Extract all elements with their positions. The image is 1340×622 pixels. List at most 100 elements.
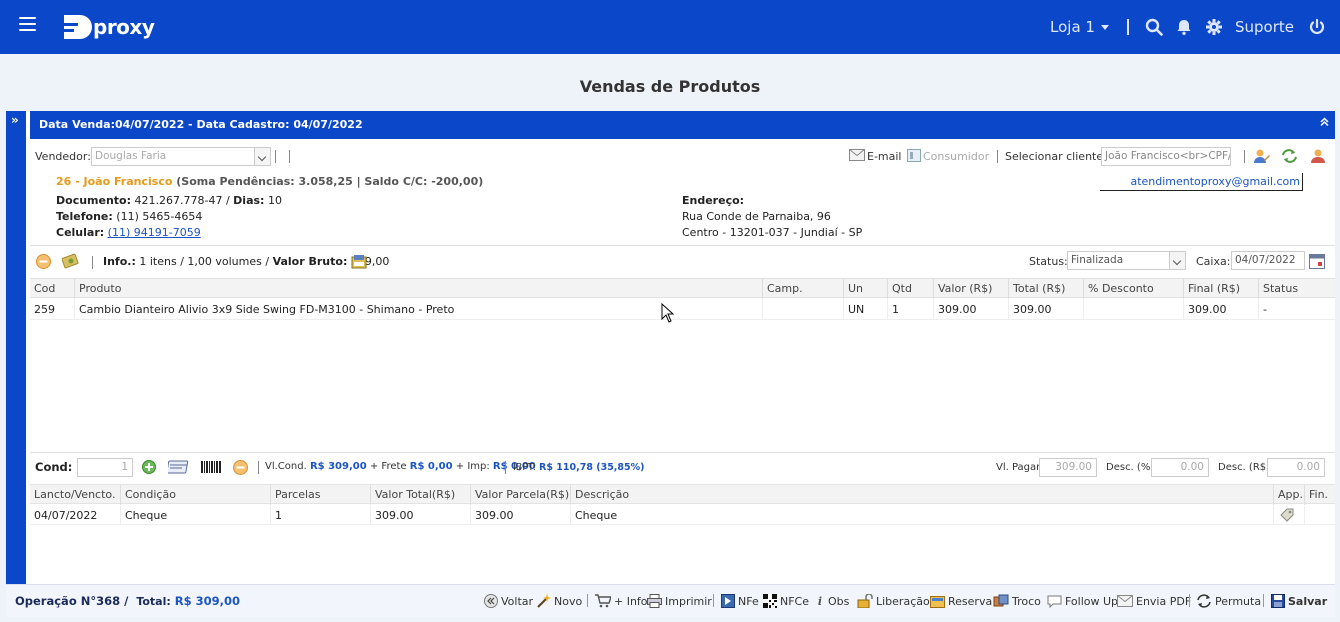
col-camp[interactable]: Camp. xyxy=(762,279,843,299)
consumer-icon[interactable] xyxy=(907,149,921,162)
col-final[interactable]: Final (R$) xyxy=(1183,279,1258,299)
menu-icon[interactable] xyxy=(19,17,36,31)
cell-desconto xyxy=(1083,300,1088,319)
envia-pdf-button[interactable]: Envia PDF xyxy=(1117,593,1191,609)
power-icon[interactable] xyxy=(1308,18,1326,36)
divider xyxy=(30,245,1335,246)
salvar-button[interactable]: Salvar xyxy=(1271,593,1327,609)
expand-sidebar-icon[interactable]: » xyxy=(11,113,19,127)
col-desconto[interactable]: % Desconto xyxy=(1083,279,1183,299)
support-link[interactable]: Suporte xyxy=(1235,18,1294,36)
remove-condition-icon[interactable] xyxy=(233,460,248,475)
col-descricao[interactable]: Descrição xyxy=(570,485,1273,505)
client-name[interactable]: 26 - João Francisco xyxy=(56,175,172,188)
col-produto[interactable]: Produto xyxy=(74,279,762,299)
card-icon[interactable] xyxy=(168,460,189,474)
caixa-label: Caixa: xyxy=(1196,255,1231,268)
col-fin[interactable]: Fin. xyxy=(1304,485,1335,505)
novo-button[interactable]: Novo xyxy=(537,593,582,609)
permuta-button[interactable]: Permuta xyxy=(1196,593,1261,609)
client-search-input[interactable]: João Francisco<br>CPF/( xyxy=(1101,147,1231,166)
obs-button[interactable]: i Obs xyxy=(815,593,849,609)
more-info-button[interactable]: + Info xyxy=(595,593,648,609)
desc-pct-label: Desc. (%): xyxy=(1106,462,1158,473)
vlpagar-label: Vl. Pagar: xyxy=(996,462,1044,473)
table-row[interactable]: 259 Cambio Dianteiro Alivio 3x9 Side Swi… xyxy=(30,300,1335,320)
col-valor-parcela[interactable]: Valor Parcela(R$) xyxy=(470,485,570,505)
store-label: Loja 1 xyxy=(1050,18,1095,36)
gear-icon[interactable] xyxy=(1205,18,1223,36)
liberacao-button[interactable]: Liberação xyxy=(857,593,930,609)
barcode-icon[interactable] xyxy=(201,461,221,473)
operation-summary: Operação N°368 / Total: R$ 309,00 xyxy=(15,594,240,608)
troco-button[interactable]: Troco xyxy=(993,593,1041,609)
tag-icon[interactable] xyxy=(1280,508,1295,523)
printer-icon xyxy=(647,594,662,608)
consumer-button-label[interactable]: Consumidor xyxy=(923,150,989,163)
imprimir-button[interactable]: Imprimir xyxy=(647,593,712,609)
nfce-button[interactable]: NFCe xyxy=(763,593,809,609)
seller-select[interactable]: Douglas Faria xyxy=(91,147,271,166)
col-status[interactable]: Status xyxy=(1258,279,1333,299)
page-title: Vendas de Produtos xyxy=(579,77,761,96)
email-icon[interactable] xyxy=(849,149,865,161)
celular-link[interactable]: (11) 94191-7059 xyxy=(108,226,201,239)
search-icon[interactable] xyxy=(1145,18,1163,36)
calculator-icon[interactable] xyxy=(351,254,367,269)
discount-icon[interactable] xyxy=(62,253,80,269)
followup-button[interactable]: Follow Up xyxy=(1047,593,1118,609)
vlcond-label: Vl.Cond. xyxy=(265,461,307,472)
vlpagar-input[interactable]: 309.00 xyxy=(1039,458,1097,477)
cell-condicao: Cheque xyxy=(120,506,167,525)
cond-totals: Vl.Cond. R$ 309,00 + Frete R$ 0,00 + Imp… xyxy=(265,461,536,472)
divider xyxy=(258,461,259,474)
col-total[interactable]: Total (R$) xyxy=(1008,279,1083,299)
client-email[interactable]: atendimentoproxy@gmail.com xyxy=(1100,173,1303,191)
cell-produto: Cambio Dianteiro Alivio 3x9 Side Swing F… xyxy=(74,300,454,319)
email-button-label[interactable]: E-mail xyxy=(867,150,902,163)
col-parcelas[interactable]: Parcelas xyxy=(270,485,370,505)
logo-mark-icon xyxy=(64,15,92,39)
col-valor-total[interactable]: Valor Total(R$) xyxy=(370,485,470,505)
col-valor[interactable]: Valor (R$) xyxy=(933,279,1008,299)
bell-icon[interactable] xyxy=(1175,18,1193,36)
total-value: R$ 309,00 xyxy=(174,594,241,608)
client-balance: (Soma Pendências: 3.058,25 | Saldo C/C: … xyxy=(176,175,484,188)
status-select[interactable]: Finalizada xyxy=(1067,251,1186,270)
add-condition-icon[interactable] xyxy=(142,460,156,474)
back-icon xyxy=(484,594,498,608)
col-qtd[interactable]: Qtd xyxy=(887,279,933,299)
edit-client-icon[interactable] xyxy=(1254,148,1270,164)
cell-app[interactable] xyxy=(1273,506,1304,525)
chevron-down-icon xyxy=(254,148,270,165)
col-app[interactable]: App. xyxy=(1273,485,1304,505)
voltar-button[interactable]: Voltar xyxy=(484,593,533,609)
top-right-menu: Loja 1 Suporte xyxy=(1050,0,1326,54)
col-cod[interactable]: Cod xyxy=(30,279,74,299)
col-condicao[interactable]: Condição xyxy=(120,485,270,505)
calendar-icon[interactable] xyxy=(1309,253,1325,269)
frete-label: + Frete xyxy=(369,461,407,472)
table-row[interactable]: 04/07/2022 Cheque 1 309.00 309.00 Cheque xyxy=(30,506,1335,525)
desc-rs-input[interactable]: 0.00 xyxy=(1267,458,1325,477)
divider xyxy=(505,461,506,474)
cell-total: 309.00 xyxy=(1008,300,1052,319)
brand-logo[interactable]: proxy xyxy=(64,14,155,40)
vlcond-value: R$ 309,00 xyxy=(309,461,367,472)
store-selector[interactable]: Loja 1 xyxy=(1050,18,1109,36)
status-value: Finalizada xyxy=(1071,254,1124,266)
col-lancto[interactable]: Lancto/Vencto. xyxy=(30,485,120,505)
save-icon xyxy=(1271,594,1285,608)
nfe-button[interactable]: NFe xyxy=(721,593,759,609)
col-un[interactable]: Un xyxy=(843,279,887,299)
cond-input[interactable]: 1 xyxy=(77,458,133,477)
remove-item-icon[interactable] xyxy=(36,254,51,269)
user-card-icon[interactable] xyxy=(1310,148,1327,164)
cell-valor-parcela: 309.00 xyxy=(470,506,514,525)
reserva-button[interactable]: Reserva xyxy=(930,593,992,609)
collapse-icon[interactable] xyxy=(1319,116,1330,127)
caixa-date-input[interactable]: 04/07/2022 xyxy=(1231,251,1305,270)
refresh-client-icon[interactable] xyxy=(1281,148,1298,164)
desc-pct-input[interactable]: 0.00 xyxy=(1151,458,1209,477)
telefone-value: (11) 5465-4654 xyxy=(116,210,203,223)
